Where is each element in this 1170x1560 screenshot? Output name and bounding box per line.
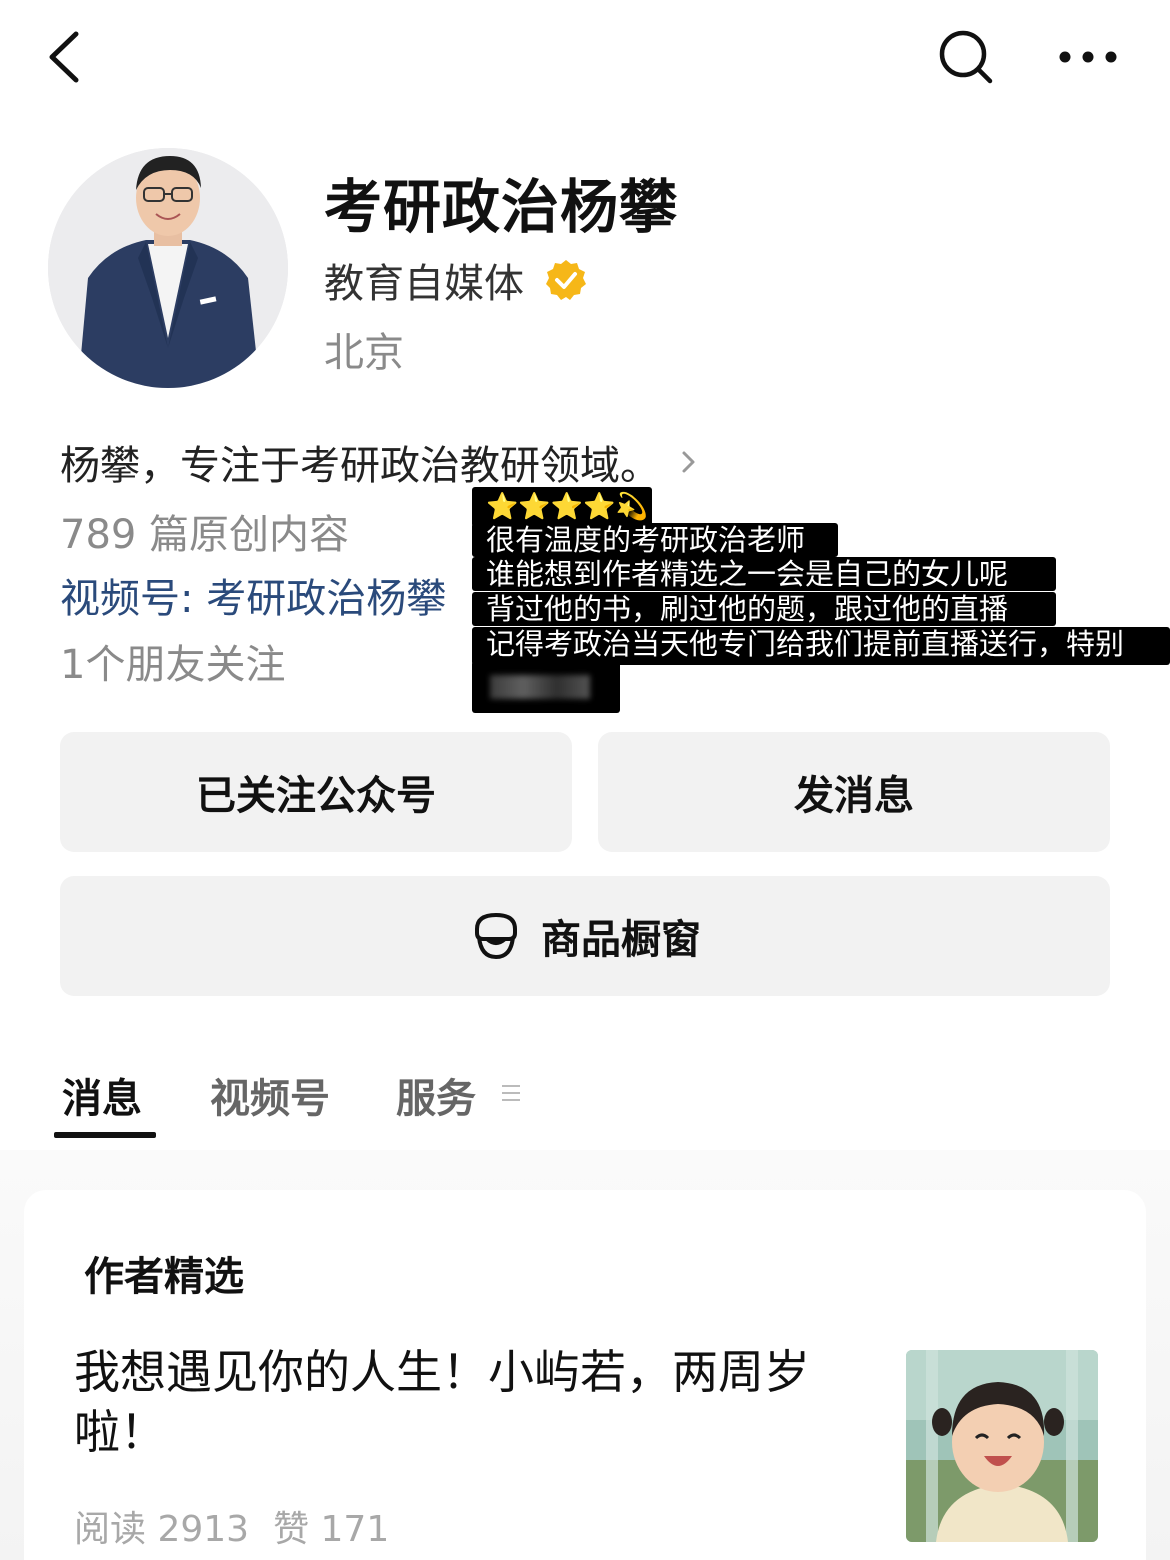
friends-following-count[interactable]: 1个朋友关注 <box>60 632 285 690</box>
original-content-count: 789 篇原创内容 <box>60 512 350 558</box>
overlay-line: 背过他的书，刷过他的题，跟过他的直播 <box>472 592 1056 626</box>
more-horizontal-icon <box>1059 51 1117 63</box>
account-bio: 杨攀，专注于考研政治教研领域。 <box>60 443 660 489</box>
article-title[interactable]: 我想遇见你的人生！小屿若，两周岁啦！ <box>74 1342 874 1462</box>
tab-video-channel[interactable]: 视频号 <box>210 1066 330 1124</box>
overlay-stars: ⭐⭐⭐⭐💫 <box>472 487 652 527</box>
comment-overlay: ⭐⭐⭐⭐💫 很有温度的考研政治老师 谁能想到作者精选之一会是自己的女儿呢 背过他… <box>472 487 1170 713</box>
overlay-line: 谁能想到作者精选之一会是自己的女儿呢 <box>472 557 1056 591</box>
shop-window-label: 商品橱窗 <box>541 917 701 963</box>
article-stats: 阅读 2913 赞 171 <box>74 1500 413 1552</box>
account-location: 北京 <box>324 330 404 376</box>
chevron-right-icon <box>682 451 695 473</box>
overlay-line: 很有温度的考研政治老师 <box>472 523 838 557</box>
avatar[interactable] <box>48 148 288 388</box>
avatar-portrait <box>48 148 288 388</box>
back-button[interactable] <box>36 22 96 92</box>
bio-row[interactable]: 杨攀，专注于考研政治教研领域。 <box>60 434 700 490</box>
child-photo <box>906 1350 1098 1542</box>
account-category: 教育自媒体 <box>324 261 524 307</box>
shop-window-icon <box>475 912 517 960</box>
tab-messages[interactable]: 消息 <box>62 1066 142 1124</box>
followed-button[interactable]: 已关注公众号 <box>60 732 572 852</box>
search-icon <box>939 30 993 84</box>
followed-button-label: 已关注公众号 <box>196 773 436 819</box>
tab-services[interactable]: 服务 <box>396 1066 476 1124</box>
shop-window-button[interactable]: 商品橱窗 <box>60 876 1110 996</box>
send-message-label: 发消息 <box>794 773 914 819</box>
active-tab-indicator <box>54 1132 156 1138</box>
video-channel-link[interactable]: 视频号: 考研政治杨攀 <box>60 566 446 624</box>
verified-badge-icon <box>546 260 586 300</box>
more-button[interactable] <box>1048 30 1128 84</box>
send-message-button[interactable]: 发消息 <box>598 732 1110 852</box>
overlay-line: 记得考政治当天他专门给我们提前直播送行，特别 <box>472 627 1170 665</box>
account-name: 考研政治杨攀 <box>324 173 679 241</box>
featured-section-title: 作者精选 <box>84 1254 244 1300</box>
article-thumbnail[interactable] <box>906 1350 1098 1542</box>
category-row: 教育自媒体 <box>324 250 588 310</box>
article-read-count: 阅读 2913 <box>74 1509 250 1550</box>
menu-icon <box>502 1085 520 1101</box>
article-like-count: 赞 171 <box>273 1509 390 1550</box>
overlay-blurred-line <box>472 661 620 713</box>
search-button[interactable] <box>930 24 1000 90</box>
chevron-left-icon <box>49 31 79 83</box>
